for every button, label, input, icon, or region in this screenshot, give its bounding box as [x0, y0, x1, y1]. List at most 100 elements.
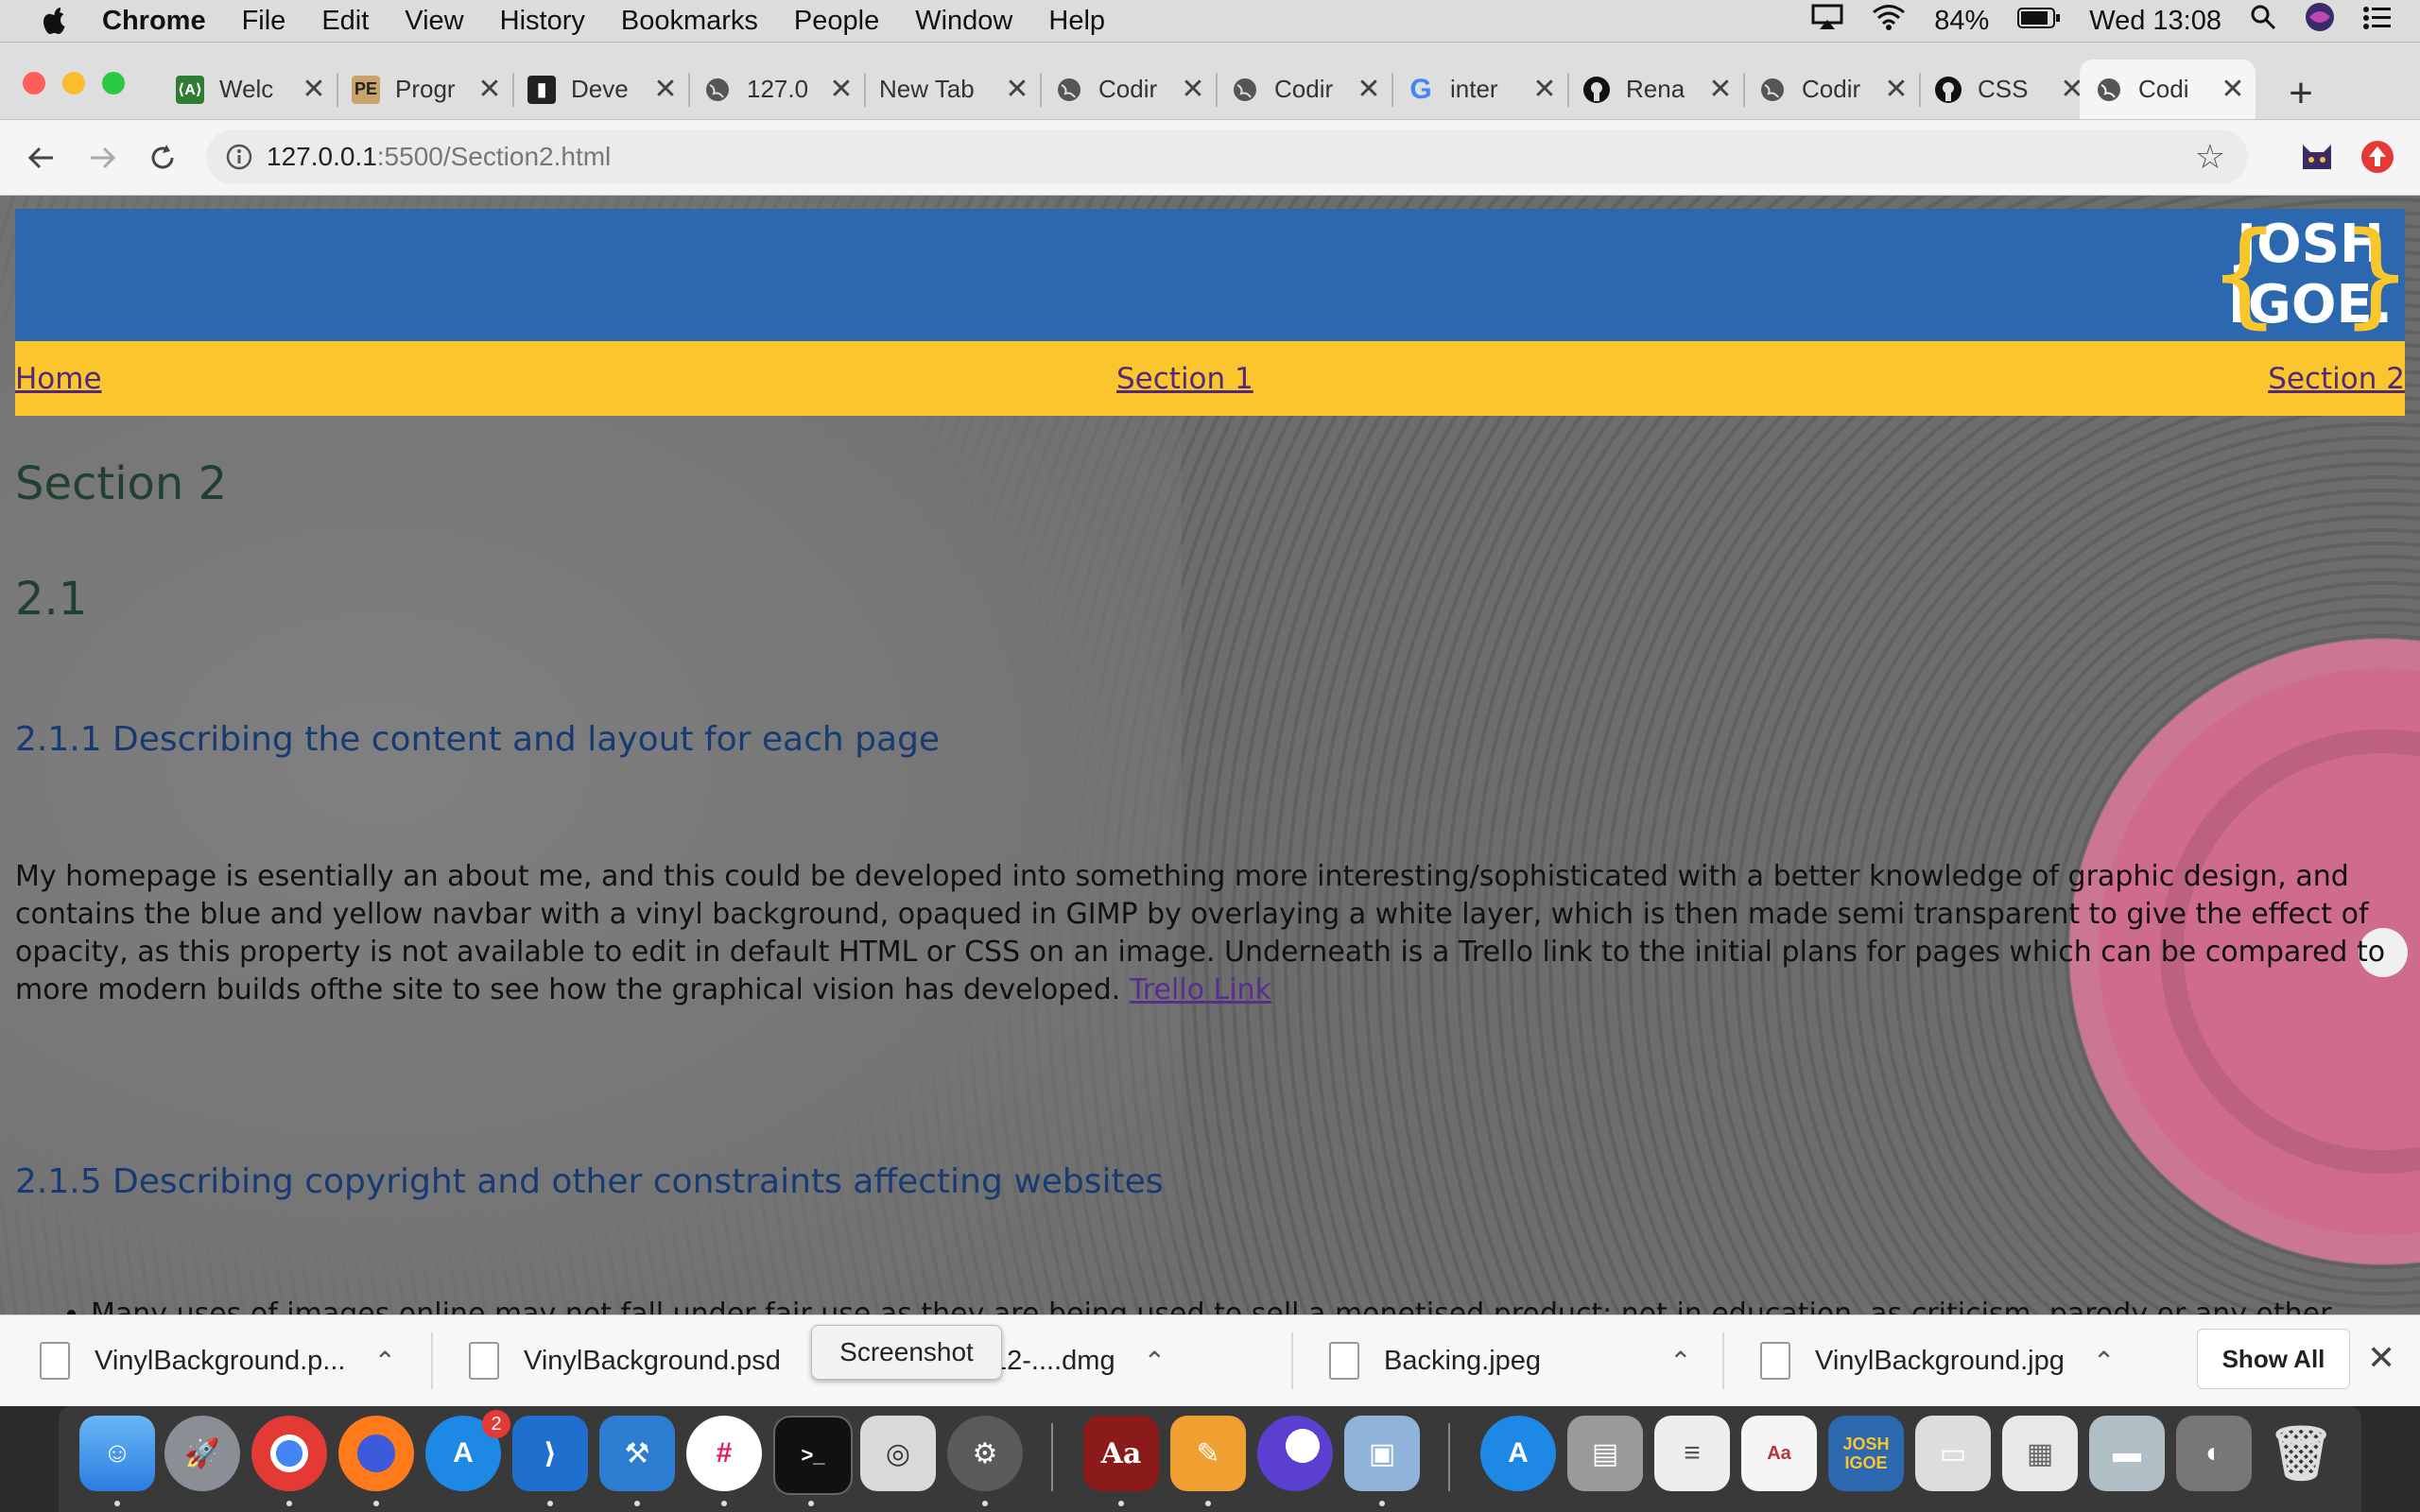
logo-thumbnail-icon[interactable]: JOSH IGOE — [1828, 1416, 1904, 1491]
apple-icon[interactable] — [34, 0, 76, 42]
tab-close-icon[interactable]: ✕ — [1002, 73, 1032, 106]
tab-new-tab[interactable]: New Tab ✕ — [864, 60, 1040, 119]
document-thumbnail-icon[interactable]: ≡ — [1654, 1416, 1730, 1491]
pe-icon: PE — [352, 75, 380, 104]
forward-button[interactable] — [83, 139, 121, 177]
close-download-shelf-icon[interactable]: ✕ — [2367, 1338, 2395, 1378]
download-filename: VinylBackground.p... — [95, 1345, 346, 1376]
menu-file[interactable]: File — [242, 6, 286, 37]
tab-active-coding[interactable]: Codi ✕ — [2080, 60, 2256, 119]
tab-close-icon[interactable]: ✕ — [1178, 73, 1208, 106]
tab-coding-3[interactable]: Codir ✕ — [1743, 60, 1919, 119]
download-item[interactable]: Backing.jpeg ⌃ — [1329, 1315, 1692, 1406]
tab-close-icon[interactable]: ✕ — [1881, 73, 1911, 106]
eclipse-icon[interactable] — [1257, 1416, 1333, 1491]
download-item[interactable]: VinylBackground.psd — [469, 1315, 781, 1406]
tab-close-icon[interactable]: ✕ — [1354, 73, 1384, 106]
pdf-thumbnail-icon[interactable]: Aa — [1741, 1416, 1817, 1491]
firefox-icon[interactable] — [338, 1416, 414, 1491]
back-button[interactable] — [23, 139, 60, 177]
vscode-icon[interactable]: ⟩ — [512, 1416, 588, 1491]
menu-people[interactable]: People — [794, 6, 879, 37]
tab-close-icon[interactable]: ✕ — [826, 73, 856, 106]
tab-google-search[interactable]: G inter ✕ — [1392, 60, 1567, 119]
globe-icon — [1055, 76, 1083, 104]
tab-coding-2[interactable]: Codir ✕ — [1216, 60, 1392, 119]
nav-link-section-2[interactable]: Section 2 — [2268, 362, 2405, 396]
tab-close-icon[interactable]: ✕ — [1705, 73, 1736, 106]
bookmark-star-icon[interactable]: ☆ — [2195, 137, 2225, 177]
tab-title: Rena — [1626, 75, 1685, 103]
pages-icon[interactable]: ✎ — [1170, 1416, 1246, 1491]
folder-stack-icon[interactable]: ▤ — [1567, 1416, 1643, 1491]
chevron-up-icon[interactable]: ⌃ — [373, 1346, 395, 1377]
tab-close-icon[interactable]: ✕ — [2218, 73, 2248, 106]
finder-window-thumbnail-icon[interactable]: ▦ — [2002, 1416, 2078, 1491]
vinyl-thumbnail-icon[interactable]: ◐ — [2176, 1416, 2252, 1491]
site-info-icon[interactable] — [225, 143, 253, 171]
download-item[interactable]: VinylBackground.jpg ⌃ — [1760, 1315, 2115, 1406]
tab-coding-1[interactable]: Codir ✕ — [1040, 60, 1216, 119]
tab-github-1[interactable]: Rena ✕ — [1567, 60, 1743, 119]
address-bar[interactable]: 127.0.0.1:5500/Section2.html ☆ — [206, 129, 2248, 184]
reload-button[interactable] — [144, 139, 182, 177]
trash-icon[interactable]: 🗑 — [2263, 1416, 2339, 1491]
extension-update-icon[interactable] — [2360, 139, 2395, 180]
terminal-icon[interactable]: >_ — [773, 1416, 853, 1495]
tab-progress[interactable]: PE Progr ✕ — [337, 60, 512, 119]
finder-icon[interactable]: ☺ — [79, 1416, 155, 1491]
tab-localhost[interactable]: 127.0 ✕ — [688, 60, 864, 119]
chevron-up-icon[interactable]: ⌃ — [1144, 1346, 1166, 1377]
window-zoom-button[interactable] — [102, 72, 125, 94]
menu-bookmarks[interactable]: Bookmarks — [621, 6, 758, 37]
wifi-icon[interactable] — [1872, 4, 1906, 38]
tab-close-icon[interactable]: ✕ — [475, 73, 505, 106]
notification-center-icon[interactable] — [2363, 6, 2392, 37]
slack-icon[interactable]: # — [686, 1416, 762, 1491]
tab-welcome[interactable]: ⟨A⟩ Welc ✕ — [161, 60, 337, 119]
menu-help[interactable]: Help — [1048, 6, 1105, 37]
chevron-up-icon[interactable]: ⌃ — [1669, 1346, 1691, 1377]
window-minimize-button[interactable] — [62, 72, 85, 94]
menu-history[interactable]: History — [500, 6, 585, 37]
menu-app-name[interactable]: Chrome — [102, 6, 206, 37]
system-preferences-icon[interactable]: ⚙ — [947, 1416, 1023, 1491]
tab-github-css[interactable]: CSS ✕ — [1919, 60, 2095, 119]
chevron-up-icon[interactable]: ⌃ — [2093, 1346, 2115, 1377]
tab-close-icon[interactable]: ✕ — [1530, 73, 1560, 106]
menu-edit[interactable]: Edit — [321, 6, 369, 37]
window-close-button[interactable] — [23, 72, 45, 94]
battery-icon[interactable] — [2017, 6, 2061, 37]
siri-icon[interactable] — [2305, 2, 2335, 40]
preview-icon[interactable]: ▣ — [1344, 1416, 1420, 1491]
desktop-thumbnail-icon[interactable]: ▬ — [2089, 1416, 2165, 1491]
airplay-icon[interactable] — [1811, 4, 1843, 38]
site-logo[interactable]: { } JOSH IGOE. — [2208, 209, 2412, 341]
applications-folder-icon[interactable]: A — [1480, 1416, 1556, 1491]
menu-window[interactable]: Window — [915, 6, 1012, 37]
download-item[interactable]: VinylBackground.p... ⌃ — [40, 1315, 396, 1406]
file-icon: ⟨A⟩ — [176, 75, 204, 104]
launchpad-icon[interactable]: 🚀 — [164, 1416, 240, 1491]
xcode-icon[interactable]: ⚒ — [599, 1416, 675, 1491]
nav-link-section-1[interactable]: Section 1 — [1116, 362, 1253, 396]
spotlight-search-icon[interactable] — [2250, 4, 2276, 38]
extension-cat-icon[interactable] — [2299, 139, 2335, 180]
download-filename: VinylBackground.psd — [524, 1345, 781, 1376]
screenshot-thumbnail-icon[interactable]: ▭ — [1915, 1416, 1991, 1491]
new-tab-button[interactable]: + — [2280, 73, 2322, 114]
trello-link[interactable]: Trello Link — [1130, 973, 1271, 1006]
tab-close-icon[interactable]: ✕ — [299, 73, 329, 106]
url-path: :5500/Section2.html — [376, 142, 612, 171]
show-all-downloads-button[interactable]: Show All — [2197, 1329, 2350, 1389]
dictionary-icon[interactable]: Aa — [1083, 1416, 1159, 1491]
tab-close-icon[interactable]: ✕ — [650, 73, 681, 106]
chrome-icon[interactable] — [251, 1416, 327, 1491]
app-store-badge: 2 — [482, 1410, 510, 1438]
clock[interactable]: Wed 13:08 — [2089, 6, 2221, 37]
menu-view[interactable]: View — [405, 6, 463, 37]
tab-dev[interactable]: ▮ Deve ✕ — [512, 60, 688, 119]
nav-link-home[interactable]: Home — [15, 362, 102, 396]
screenshot-icon[interactable]: ◎ — [860, 1416, 936, 1491]
url-text[interactable]: 127.0.0.1:5500/Section2.html — [267, 142, 611, 172]
